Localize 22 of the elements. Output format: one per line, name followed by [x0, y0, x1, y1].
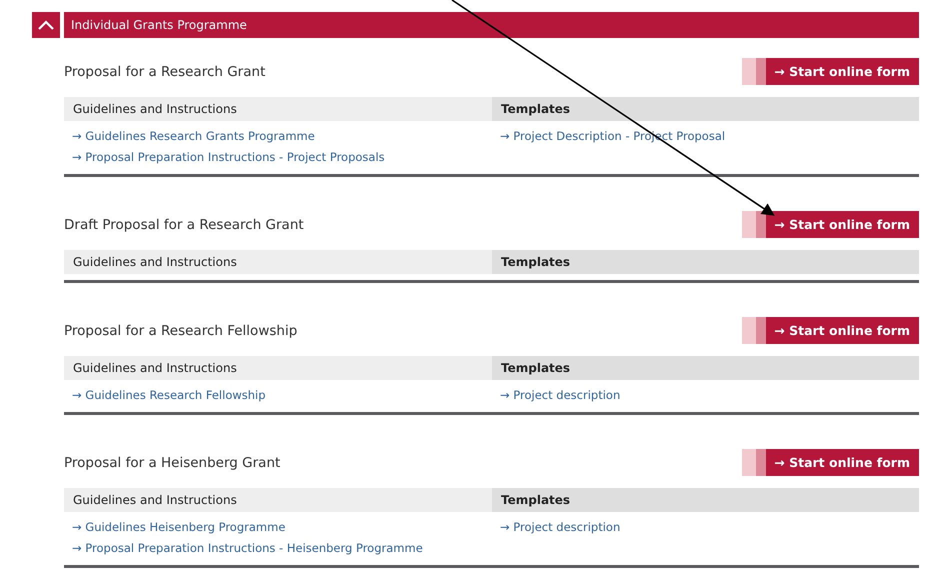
section-title: Proposal for a Research Grant [64, 64, 266, 80]
document-link[interactable]: → Guidelines Heisenberg Programme [72, 517, 286, 538]
column-header: Guidelines and Instructions [64, 488, 492, 512]
column-header: Templates [492, 488, 919, 512]
panel-header[interactable]: Individual Grants Programme [64, 12, 919, 38]
document-link[interactable]: → Proposal Preparation Instructions - Heisenberg Programme [72, 538, 423, 559]
document-link[interactable]: → Project description [500, 385, 620, 406]
section-title: Draft Proposal for a Research Grant [64, 216, 304, 232]
document-link[interactable]: → Project description [500, 517, 620, 538]
section-title: Proposal for a Research Fellowship [64, 322, 298, 338]
section-title: Proposal for a Heisenberg Grant [64, 454, 280, 470]
column-header: Templates [492, 97, 919, 121]
document-link[interactable]: → Guidelines Research Grants Programme [72, 126, 315, 147]
document-link[interactable]: → Proposal Preparation Instructions - Project Proposals [72, 147, 385, 168]
column-header: Templates [492, 356, 919, 380]
column-header: Guidelines and Instructions [64, 356, 492, 380]
column-header: Guidelines and Instructions [64, 250, 492, 274]
document-link[interactable]: → Guidelines Research Fellowship [72, 385, 266, 406]
column-header: Guidelines and Instructions [64, 97, 492, 121]
column-header: Templates [492, 250, 919, 274]
chevron-up-icon [38, 20, 54, 30]
collapse-button[interactable] [32, 12, 60, 38]
